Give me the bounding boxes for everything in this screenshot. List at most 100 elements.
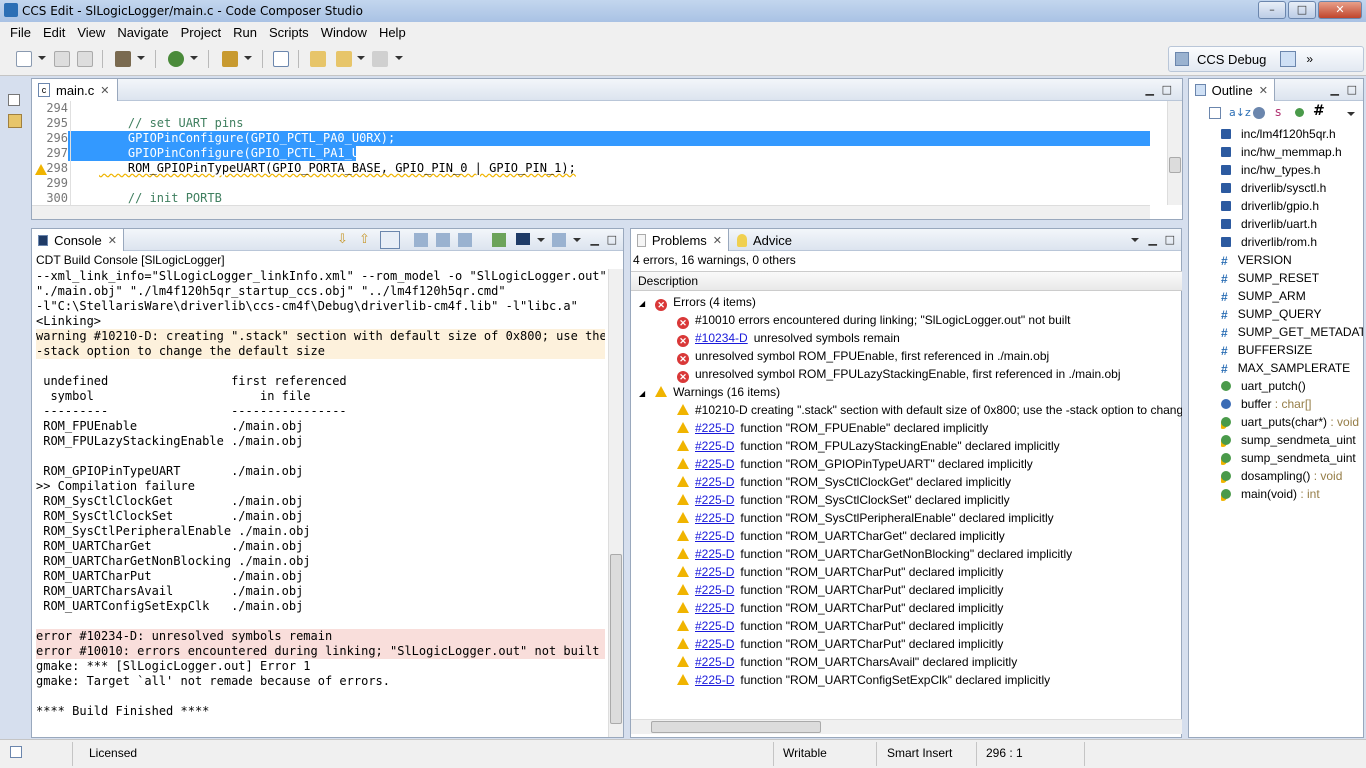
warning-item[interactable]: #225-D function "ROM_SysCtlClockGet" decl… xyxy=(677,473,1011,491)
flash-icon[interactable] xyxy=(222,51,238,67)
error-item[interactable]: ✕ #10010 errors encountered during linkin… xyxy=(677,311,1070,329)
outline-item[interactable]: # BUFFERSIZE xyxy=(1221,341,1363,359)
project-explorer-icon[interactable] xyxy=(8,114,22,128)
minimize-icon[interactable]: ▁ xyxy=(591,233,599,246)
next-error-icon[interactable]: ⇩ xyxy=(337,232,348,247)
menu-file[interactable]: File xyxy=(4,25,37,40)
warning-item[interactable]: #225-D function "ROM_FPULazyStackingEnabl… xyxy=(677,437,1060,455)
outline-item[interactable]: uart_putch() xyxy=(1221,377,1363,395)
restore-icon[interactable] xyxy=(8,94,20,106)
close-window-button[interactable]: ✕ xyxy=(1318,1,1362,19)
advice-link[interactable]: #225-D xyxy=(695,529,734,543)
scroll-lock-icon[interactable] xyxy=(458,233,472,247)
expand-toggle-icon[interactable]: ◢ xyxy=(639,389,645,398)
menu-project[interactable]: Project xyxy=(175,25,227,40)
warnings-group[interactable]: ◢ Warnings (16 items) xyxy=(639,383,780,401)
save-icon[interactable] xyxy=(54,51,70,67)
console-output[interactable]: --xml_link_info="SlLogicLogger_linkInfo.… xyxy=(36,269,605,737)
warning-item[interactable]: #225-D function "ROM_UARTCharPut" declare… xyxy=(677,617,1003,635)
forward-arrow-icon[interactable] xyxy=(372,51,388,67)
menu-view[interactable]: View xyxy=(71,25,111,40)
outline-item[interactable]: # SUMP_RESET xyxy=(1221,269,1363,287)
warning-item[interactable]: #225-D function "ROM_UARTCharGet" declare… xyxy=(677,527,1005,545)
advice-link[interactable]: #225-D xyxy=(695,637,734,651)
code-area[interactable]: 294 295 // set UART pins 296 GPIOPinConf… xyxy=(32,101,1182,219)
hide-macros-icon[interactable]: # xyxy=(1313,103,1325,119)
menu-run[interactable]: Run xyxy=(227,25,263,40)
close-icon[interactable]: ✕ xyxy=(1259,84,1268,97)
tab-main-c[interactable]: c main.c ✕ xyxy=(32,79,118,101)
maximize-button[interactable]: □ xyxy=(1288,1,1316,19)
chevron-down-icon[interactable] xyxy=(244,56,252,60)
menu-help[interactable]: Help xyxy=(373,25,412,40)
outline-item[interactable]: # MAX_SAMPLERATE xyxy=(1221,359,1363,377)
tab-advice[interactable]: Advice xyxy=(731,229,798,251)
link-with-editor-icon[interactable] xyxy=(380,231,400,249)
perspective-ccs-debug[interactable]: CCS Debug xyxy=(1197,52,1266,67)
outline-item[interactable]: inc/hw_memmap.h xyxy=(1221,143,1363,161)
maximize-icon[interactable]: □ xyxy=(1347,83,1357,96)
previous-error-icon[interactable]: ⇧ xyxy=(359,232,370,247)
errors-group[interactable]: ◢ ✕ Errors (4 items) xyxy=(639,293,756,311)
warning-item[interactable]: #10210-D creating ".stack" section with … xyxy=(677,401,1182,419)
tab-console[interactable]: Console ✕ xyxy=(32,229,124,251)
outline-item[interactable]: inc/hw_types.h xyxy=(1221,161,1363,179)
warning-item[interactable]: #225-D function "ROM_GPIOPinTypeUART" dec… xyxy=(677,455,1033,473)
chevron-down-icon[interactable] xyxy=(395,56,403,60)
chevron-down-icon[interactable] xyxy=(137,56,145,60)
warning-item[interactable]: #225-D function "ROM_UARTCharPut" declare… xyxy=(677,599,1003,617)
hide-non-public-icon[interactable] xyxy=(1295,108,1304,117)
advice-link[interactable]: #225-D xyxy=(695,439,734,453)
menu-navigate[interactable]: Navigate xyxy=(111,25,174,40)
outline-item[interactable]: inc/lm4f120h5qr.h xyxy=(1221,125,1363,143)
maximize-icon[interactable]: □ xyxy=(607,233,617,246)
description-column-header[interactable]: Description xyxy=(631,271,1182,291)
open-perspective-icon[interactable] xyxy=(1175,52,1189,66)
advice-link[interactable]: #10234-D xyxy=(695,331,748,345)
minimize-icon[interactable]: ▁ xyxy=(1331,83,1339,96)
minimize-icon[interactable]: ▁ xyxy=(1149,233,1157,246)
menu-window[interactable]: Window xyxy=(315,25,373,40)
editor-vertical-scrollbar[interactable] xyxy=(1167,101,1182,205)
console-vertical-scrollbar[interactable] xyxy=(608,269,623,737)
advice-link[interactable]: #225-D xyxy=(695,565,734,579)
tab-problems[interactable]: Problems ✕ xyxy=(631,229,729,251)
minimize-icon[interactable]: ▁ xyxy=(1146,83,1154,96)
warning-item[interactable]: #225-D function "ROM_UARTCharPut" declare… xyxy=(677,581,1003,599)
outline-item[interactable]: # SUMP_QUERY xyxy=(1221,305,1363,323)
chevron-down-icon[interactable] xyxy=(38,56,46,60)
outline-item[interactable]: sump_sendmeta_uint xyxy=(1221,431,1363,449)
outline-item[interactable]: dosampling() : void xyxy=(1221,467,1363,485)
back-arrow-icon[interactable] xyxy=(336,51,352,67)
outline-item[interactable]: # SUMP_ARM xyxy=(1221,287,1363,305)
view-menu-icon[interactable] xyxy=(1131,238,1139,242)
debug-bug-icon[interactable] xyxy=(168,51,184,67)
pin-console-icon[interactable] xyxy=(492,233,506,247)
advice-link[interactable]: #225-D xyxy=(695,583,734,597)
chevron-down-icon[interactable] xyxy=(537,238,545,242)
outline-item[interactable]: # SUMP_GET_METADATA xyxy=(1221,323,1363,341)
advice-link[interactable]: #225-D xyxy=(695,493,734,507)
chevron-down-icon[interactable] xyxy=(357,56,365,60)
outline-item[interactable]: driverlib/uart.h xyxy=(1221,215,1363,233)
menu-edit[interactable]: Edit xyxy=(37,25,71,40)
tab-outline[interactable]: Outline ✕ xyxy=(1189,79,1275,101)
open-console-icon[interactable] xyxy=(552,233,566,247)
warning-item[interactable]: #225-D function "ROM_UARTConfigSetExpClk"… xyxy=(677,671,1050,689)
save-all-icon[interactable] xyxy=(77,51,93,67)
warning-item[interactable]: #225-D function "ROM_UARTCharPut" declare… xyxy=(677,635,1003,653)
perspective-switcher[interactable]: CCS Debug » xyxy=(1168,46,1364,72)
ccs-edit-perspective-icon[interactable] xyxy=(1280,51,1297,67)
chevron-down-icon[interactable] xyxy=(190,56,198,60)
last-edit-icon[interactable] xyxy=(310,51,326,67)
warning-item[interactable]: #225-D function "ROM_UARTCharGetNonBlocki… xyxy=(677,545,1072,563)
warning-item[interactable]: #225-D function "ROM_UARTCharsAvail" decl… xyxy=(677,653,1017,671)
outline-item[interactable]: main(void) : int xyxy=(1221,485,1363,503)
advice-link[interactable]: #225-D xyxy=(695,421,734,435)
warning-item[interactable]: #225-D function "ROM_SysCtlClockSet" decl… xyxy=(677,491,1010,509)
display-console-icon[interactable] xyxy=(516,233,530,245)
maximize-icon[interactable]: □ xyxy=(1162,83,1172,96)
perspective-more[interactable]: » xyxy=(1306,52,1313,66)
warning-item[interactable]: #225-D function "ROM_UARTCharPut" declare… xyxy=(677,563,1003,581)
advice-link[interactable]: #225-D xyxy=(695,619,734,633)
